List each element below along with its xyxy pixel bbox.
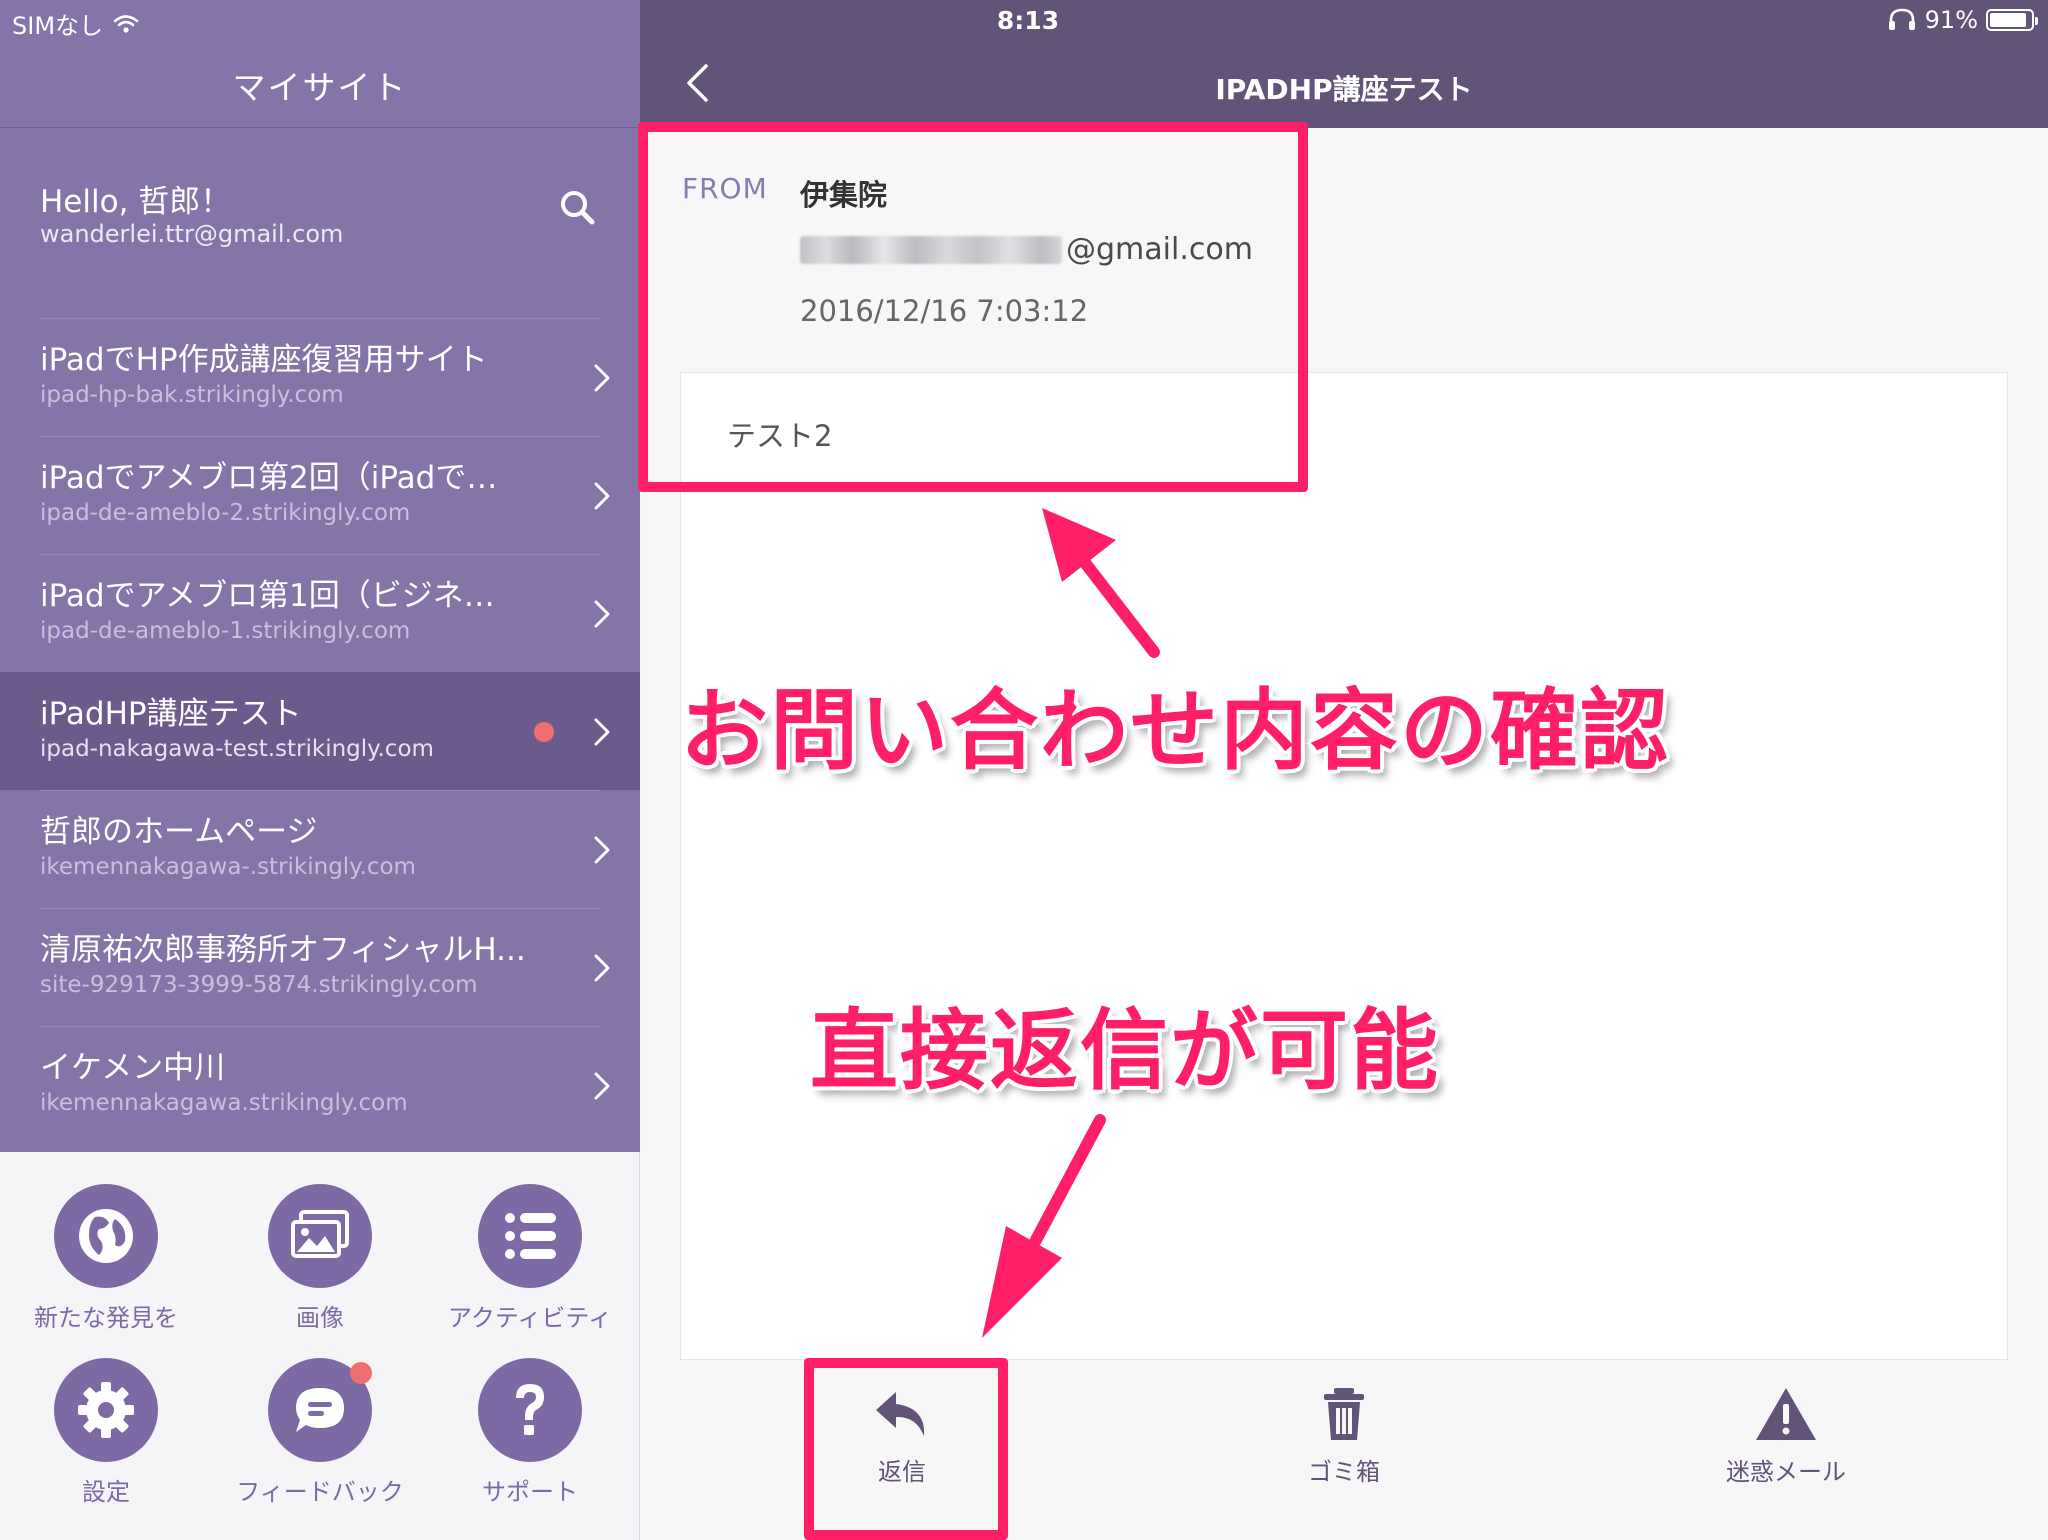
battery-icon <box>1986 9 2038 31</box>
annotation-arrow-up <box>1042 508 1160 658</box>
annotation-confirm-text: お問い合わせ内容の確認 <box>680 679 1671 782</box>
status-right: 91% <box>1887 6 2038 34</box>
app-root: マイサイト Hello, 哲郎！ wanderlei.ttr@gmail.com… <box>0 0 2048 1540</box>
battery-percent: 91% <box>1924 6 1978 34</box>
annotation-reply-text: 直接返信が可能 <box>810 999 1441 1102</box>
status-bar: SIMなし 8:13 91% <box>0 0 2048 42</box>
annotation-arrow-down <box>982 1114 1106 1338</box>
status-time: 8:13 <box>996 6 1060 35</box>
headphones-icon <box>1888 8 1915 30</box>
